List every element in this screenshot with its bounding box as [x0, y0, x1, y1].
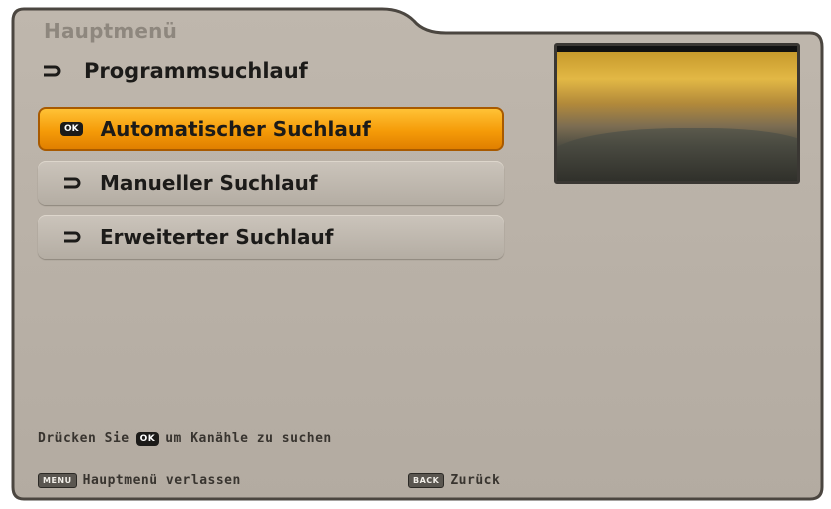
hint-text: Drücken Sie OK um Kanähle zu suchen [38, 431, 332, 446]
hint-before: Drücken Sie [38, 431, 130, 446]
menu-item-label: Manueller Suchlauf [100, 171, 318, 195]
tv-preview-window [554, 43, 800, 184]
menu-item-label: Automatischer Suchlauf [100, 117, 371, 141]
ok-icon: OK [135, 431, 160, 446]
section-header: Programmsuchlauf [40, 59, 308, 83]
menu-item-manual-scan[interactable]: Manueller Suchlauf [38, 161, 504, 205]
footer-back-label: Zurück [450, 473, 501, 488]
menu-item-advanced-scan[interactable]: Erweiterter Suchlauf [38, 215, 504, 259]
footer-menu-label: Hauptmenü verlassen [82, 473, 241, 488]
return-arrow-icon [64, 177, 81, 189]
back-key-icon: BACK [408, 473, 445, 488]
menu-item-label: Erweiterter Suchlauf [100, 225, 334, 249]
menu-item-automatic-scan[interactable]: OK Automatischer Suchlauf [38, 107, 504, 151]
preview-landscape [557, 128, 797, 181]
footer-bar: MENU Hauptmenü verlassen BACK Zurück [38, 473, 500, 488]
main-menu-panel: Hauptmenü Programmsuchlauf OK Automatisc… [10, 7, 825, 502]
section-title: Programmsuchlauf [84, 59, 308, 83]
footer-menu-exit[interactable]: MENU Hauptmenü verlassen [38, 473, 241, 488]
ok-icon: OK [60, 122, 83, 136]
hint-after: um Kanähle zu suchen [165, 431, 332, 446]
window-title: Hauptmenü [44, 19, 178, 43]
menu-key-icon: MENU [38, 473, 77, 488]
return-arrow-icon [64, 231, 81, 243]
footer-back[interactable]: BACK Zurück [408, 473, 500, 488]
return-arrow-icon [44, 65, 61, 77]
